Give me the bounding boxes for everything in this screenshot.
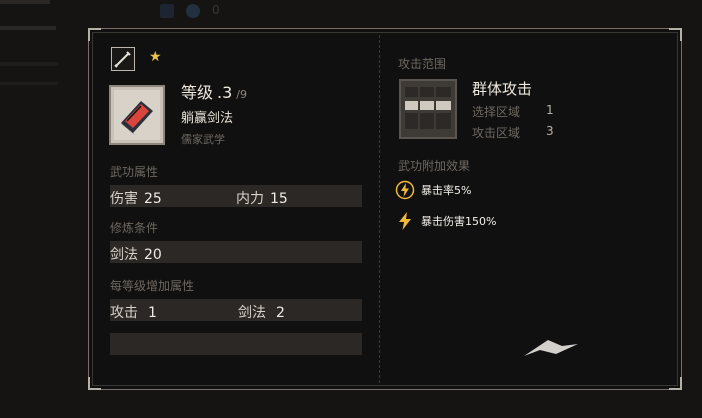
corner-ornament: [668, 28, 682, 42]
star-icon: ★: [149, 49, 162, 65]
req-sword-art: 剑法 20: [110, 247, 162, 263]
background-bar: [0, 82, 58, 85]
level-value: .3: [217, 83, 233, 102]
lightning-circle-icon: [395, 180, 415, 200]
column-divider: [379, 35, 380, 383]
per-level-attack: 攻击 1: [110, 305, 157, 321]
corner-ornament: [88, 28, 102, 42]
skill-tooltip: ★ 等级 .3 /9 躺赢剑法 儒家武学 武功属性 伤害 25 内力 15 修炼条件…: [88, 28, 682, 390]
requirements-bar: 剑法 20: [110, 241, 362, 263]
sword-icon: [111, 47, 135, 71]
level-row: 等级 .3 /9: [181, 79, 247, 103]
skill-book-icon: [109, 85, 165, 145]
empty-stat-bar: [110, 333, 362, 355]
level-max: /9: [236, 88, 247, 101]
effect-crit-rate: 暴击率5%: [395, 180, 471, 200]
select-area-row: 选择区域 1: [472, 103, 554, 119]
pointer-arrow-icon: [524, 340, 578, 356]
stat-damage: 伤害 25: [110, 191, 162, 207]
skill-school: 儒家武学: [181, 133, 225, 146]
level-label: 等级: [181, 83, 214, 102]
per-level-bar: 攻击 1 剑法 2: [110, 299, 362, 321]
lightning-icon: [399, 212, 411, 230]
background-bar: [0, 62, 58, 66]
stat-inner-power: 内力 15: [236, 191, 288, 207]
aoe-name: 群体攻击: [472, 80, 533, 98]
effect-crit-damage: 暴击伤害150%: [395, 211, 496, 231]
background-bar: [0, 26, 56, 30]
play-icon: [160, 4, 174, 18]
per-level-sword-art: 剑法 2: [238, 305, 285, 321]
skill-name: 躺赢剑法: [181, 111, 234, 126]
effects-title: 武功附加效果: [398, 159, 471, 173]
requirements-title: 修炼条件: [110, 221, 159, 235]
corner-ornament: [668, 376, 682, 390]
attack-range-grid-icon: [399, 79, 457, 139]
per-level-title: 每等级增加属性: [110, 279, 195, 293]
attack-area-row: 攻击区域 3: [472, 124, 554, 140]
attributes-title: 武功属性: [110, 165, 159, 179]
range-title: 攻击范围: [398, 57, 447, 71]
corner-ornament: [88, 376, 102, 390]
background-counter: 0: [212, 3, 220, 17]
orb-icon: [186, 4, 200, 18]
background-bar: [0, 0, 50, 4]
attributes-bar: 伤害 25 内力 15: [110, 185, 362, 207]
